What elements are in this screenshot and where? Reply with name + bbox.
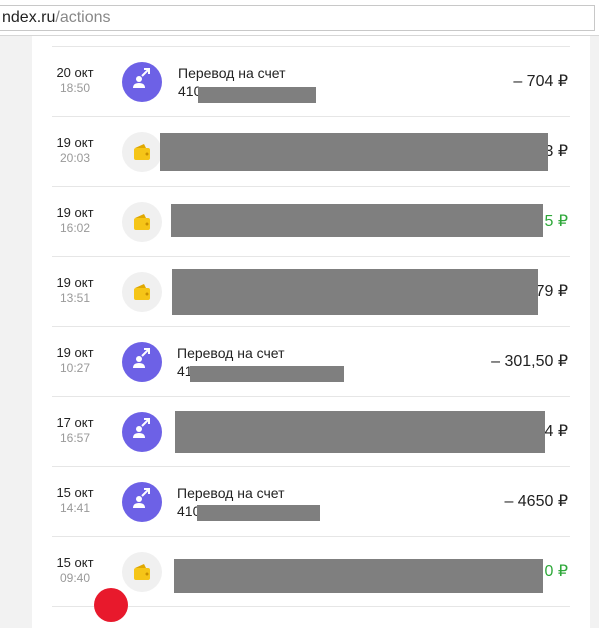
transaction-date: 19 окт 10:27 — [52, 345, 98, 376]
transaction-time: 18:50 — [59, 81, 91, 95]
transaction-day: 19 окт — [56, 275, 94, 290]
transaction-row[interactable] — [52, 606, 570, 628]
transaction-date: 20 окт 18:50 — [52, 65, 98, 96]
transaction-time: 16:57 — [59, 431, 91, 445]
transaction-row[interactable]: 15 окт 09:40 0 ₽ — [52, 536, 570, 606]
transaction-time: 13:51 — [59, 291, 91, 305]
wallet-icon — [122, 552, 162, 592]
transaction-date: 17 окт 16:57 — [52, 415, 98, 446]
transaction-title: Перевод на счет — [178, 65, 286, 81]
transfer-icon — [122, 482, 162, 522]
redaction-block — [190, 366, 344, 382]
transaction-row[interactable]: 20 окт 18:50 Перевод на счет 410 – 704 ₽ — [52, 46, 570, 116]
transaction-amount: 4 ₽ — [544, 423, 568, 440]
redaction-block — [174, 559, 543, 593]
transaction-day: 20 окт — [56, 65, 94, 80]
redaction-block — [172, 269, 538, 315]
transfer-icon — [122, 62, 162, 102]
redaction-block — [171, 204, 543, 237]
url-field[interactable]: ndex.ru/actions — [0, 5, 595, 31]
transaction-amount: 0 ₽ — [544, 563, 568, 580]
transaction-amount: – 704 ₽ — [513, 73, 568, 90]
transaction-row[interactable]: 19 окт 16:02 5 ₽ — [52, 186, 570, 256]
transaction-time: 09:40 — [59, 571, 91, 585]
transaction-amount: 79 ₽ — [535, 283, 568, 300]
transaction-date: 15 окт 14:41 — [52, 485, 98, 516]
url-path: /actions — [55, 9, 111, 26]
redaction-block — [198, 87, 316, 103]
transaction-time: 10:27 — [59, 361, 91, 375]
transaction-day: 15 окт — [56, 485, 94, 500]
transaction-time: 20:03 — [59, 151, 91, 165]
transaction-time: 14:41 — [59, 501, 91, 515]
transaction-amount: – 301,50 ₽ — [491, 353, 568, 370]
transaction-row[interactable]: 19 окт 20:03 3 ₽ — [52, 116, 570, 186]
redaction-block — [160, 133, 548, 171]
transfer-icon — [122, 342, 162, 382]
transaction-row[interactable]: 19 окт 10:27 Перевод на счет 41 – 301,50… — [52, 326, 570, 396]
transaction-day: 17 окт — [56, 415, 94, 430]
transaction-date: 19 окт 20:03 — [52, 135, 98, 166]
transaction-day: 15 окт — [56, 555, 94, 570]
transaction-time: 16:02 — [59, 221, 91, 235]
transaction-title: Перевод на счет — [177, 485, 285, 501]
transaction-day: 19 окт — [56, 345, 94, 360]
transaction-date: 19 окт 13:51 — [52, 275, 98, 306]
transaction-row[interactable]: 19 окт 13:51 79 ₽ — [52, 256, 570, 326]
transaction-day: 19 окт — [56, 205, 94, 220]
transaction-amount: – 4650 ₽ — [504, 493, 568, 510]
transaction-day: 19 окт — [56, 135, 94, 150]
transfer-icon — [122, 412, 162, 452]
transaction-date: 19 окт 16:02 — [52, 205, 98, 236]
transaction-date: 15 окт 09:40 — [52, 555, 98, 586]
wallet-icon — [122, 132, 162, 172]
wallet-icon — [122, 202, 162, 242]
redaction-block — [197, 505, 320, 521]
transaction-row[interactable]: 15 окт 14:41 Перевод на счет 410 – 4650 … — [52, 466, 570, 536]
transaction-amount: 5 ₽ — [544, 213, 568, 230]
transactions-panel: 20 окт 18:50 Перевод на счет 410 – 704 ₽… — [32, 36, 590, 628]
transaction-row[interactable]: 17 окт 16:57 4 ₽ — [52, 396, 570, 466]
redaction-block — [175, 411, 545, 453]
browser-address-bar: ndex.ru/actions — [0, 0, 599, 36]
url-host: ndex.ru — [2, 9, 56, 26]
transaction-title: Перевод на счет — [177, 345, 285, 361]
wallet-icon — [122, 272, 162, 312]
red-circle-icon — [94, 588, 128, 622]
